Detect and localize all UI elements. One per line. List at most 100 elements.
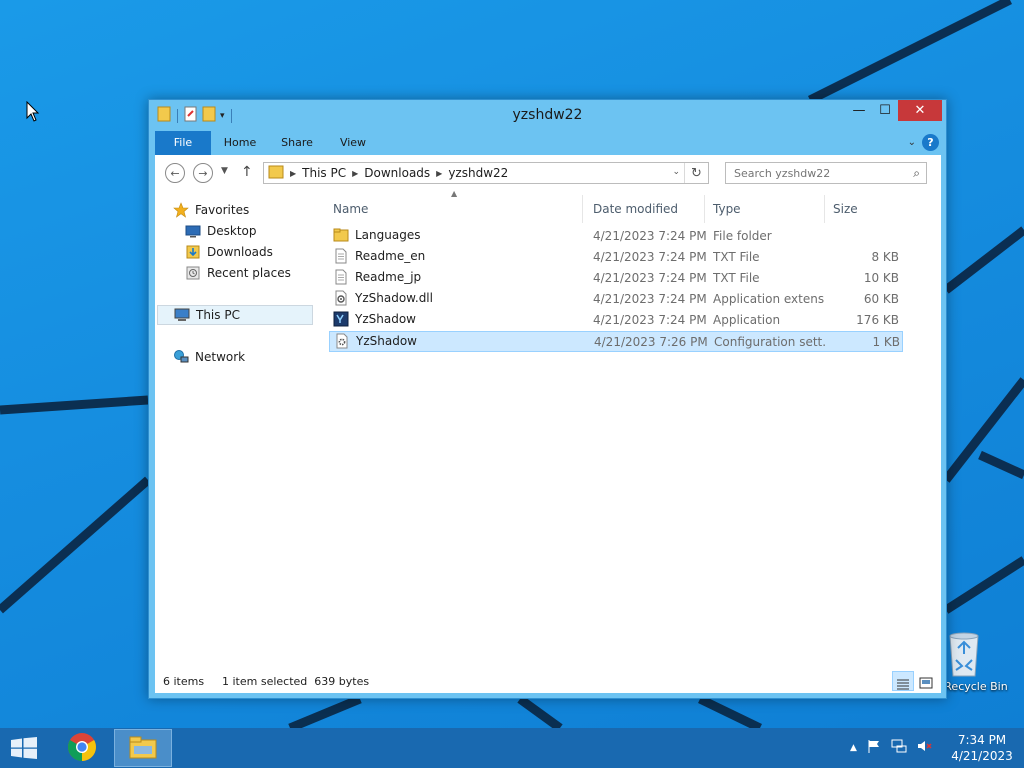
minimize-button[interactable]: — xyxy=(846,100,872,121)
nav-item-label: Downloads xyxy=(207,245,273,259)
file-type: File folder xyxy=(713,229,772,243)
title-bar[interactable]: ▾ yzshdw22 — ☐ ✕ xyxy=(149,100,946,130)
breadcrumb-separator-icon[interactable]: ▶ xyxy=(290,169,296,178)
back-arrow-icon: ← xyxy=(170,166,180,180)
windows-logo-icon xyxy=(10,737,38,762)
refresh-icon: ↻ xyxy=(691,165,702,181)
breadcrumb-this-pc[interactable]: This PC xyxy=(302,166,346,180)
nav-item-desktop[interactable]: Desktop xyxy=(185,221,257,241)
large-icons-view-icon xyxy=(919,677,933,692)
maximize-button[interactable]: ☐ xyxy=(872,100,898,121)
file-type: Configuration sett... xyxy=(714,335,826,349)
recycle-bin-shortcut[interactable]: Recycle Bin xyxy=(944,630,1008,693)
close-button[interactable]: ✕ xyxy=(898,100,942,121)
taskbar-file-explorer-button[interactable] xyxy=(114,729,172,767)
explorer-content: ← → ▼ ↑ ▶ This PC ▶ Downloads ▶ yzshdw22… xyxy=(155,155,941,693)
file-size: 176 KB xyxy=(856,313,899,327)
details-view-button[interactable] xyxy=(892,671,914,691)
ribbon-tabs: File Home Share View ⌄ ? xyxy=(155,131,941,155)
action-center-flag-icon[interactable] xyxy=(866,738,882,757)
breadcrumb-downloads[interactable]: Downloads xyxy=(364,166,430,180)
file-name-cell: YzShadow xyxy=(333,311,583,327)
nav-item-downloads[interactable]: Downloads xyxy=(185,242,273,262)
nav-item-label: This PC xyxy=(196,308,240,322)
explorer-window: ▾ yzshdw22 — ☐ ✕ File Home Share View ⌄ … xyxy=(148,99,947,699)
back-button[interactable]: ← xyxy=(165,163,185,183)
address-history-dropdown-icon[interactable]: ⌄ xyxy=(672,167,680,177)
file-name-cell: YzShadow xyxy=(334,333,584,349)
help-icon[interactable]: ? xyxy=(922,134,939,151)
forward-button[interactable]: → xyxy=(193,163,213,183)
nav-item-this-pc[interactable]: This PC xyxy=(157,305,313,325)
column-header-type[interactable]: Type xyxy=(707,195,825,223)
star-icon xyxy=(173,202,189,218)
taskbar-chrome-button[interactable] xyxy=(64,730,100,766)
file-row[interactable]: YzShadow 4/21/2023 7:26 PM Configuration s… xyxy=(329,331,903,352)
column-header-size[interactable]: Size xyxy=(827,195,905,223)
file-date-modified: 4/21/2023 7:24 PM xyxy=(593,313,707,327)
folder-icon xyxy=(333,227,349,243)
file-size: 1 KB xyxy=(872,335,900,349)
file-row[interactable]: Readme_en 4/21/2023 7:24 PM TXT File 8 KB xyxy=(329,247,903,268)
volume-muted-icon[interactable] xyxy=(916,738,932,757)
file-date-modified: 4/21/2023 7:24 PM xyxy=(593,229,707,243)
file-name: Languages xyxy=(355,228,421,242)
text-file-icon xyxy=(333,248,349,264)
taskbar-clock[interactable]: 7:34 PM 4/21/2023 xyxy=(950,732,1014,764)
search-input[interactable] xyxy=(734,166,904,180)
show-hidden-icons-chevron-icon[interactable]: ▲ xyxy=(850,743,857,753)
tab-home[interactable]: Home xyxy=(217,131,263,155)
nav-item-recent-places[interactable]: Recent places xyxy=(185,263,291,283)
breadcrumb-separator-icon[interactable]: ▶ xyxy=(436,169,442,178)
recycle-bin-label: Recycle Bin xyxy=(944,680,1008,693)
downloads-folder-icon xyxy=(185,244,201,260)
search-icon[interactable]: ⌕ xyxy=(913,166,920,181)
taskbar: ▲ 7:34 PM 4/21/2023 xyxy=(0,728,1024,768)
address-bar[interactable]: ▶ This PC ▶ Downloads ▶ yzshdw22 ⌄ ↻ xyxy=(263,162,709,184)
file-name-cell: Readme_en xyxy=(333,248,583,264)
network-icon xyxy=(173,349,189,365)
recycle-bin-icon xyxy=(949,630,996,678)
navigation-bar: ← → ▼ ↑ ▶ This PC ▶ Downloads ▶ yzshdw22… xyxy=(155,155,941,191)
search-box[interactable]: ⌕ xyxy=(725,162,927,184)
expand-ribbon-chevron-icon[interactable]: ⌄ xyxy=(908,137,916,148)
start-button[interactable] xyxy=(10,737,38,759)
file-type: TXT File xyxy=(713,271,760,285)
file-row[interactable]: Languages 4/21/2023 7:24 PM File folder xyxy=(329,226,903,247)
nav-favorites[interactable]: Favorites xyxy=(173,200,249,220)
file-name-cell: Languages xyxy=(333,227,583,243)
recent-locations-dropdown-icon[interactable]: ▼ xyxy=(221,166,228,176)
file-date-modified: 4/21/2023 7:24 PM xyxy=(593,292,707,306)
item-count: 6 items xyxy=(163,675,205,688)
selection-info: 1 item selected 639 bytes xyxy=(222,675,370,688)
file-explorer-icon xyxy=(128,734,158,763)
column-header-date-modified[interactable]: Date modified xyxy=(587,195,705,223)
breadcrumb-yzshdw22[interactable]: yzshdw22 xyxy=(448,166,508,180)
file-date-modified: 4/21/2023 7:24 PM xyxy=(593,271,707,285)
chrome-icon xyxy=(67,732,97,765)
tab-view[interactable]: View xyxy=(331,131,375,155)
file-name: YzShadow xyxy=(356,334,417,348)
large-icons-view-button[interactable] xyxy=(915,671,937,691)
refresh-button[interactable]: ↻ xyxy=(684,163,708,183)
file-row[interactable]: YzShadow 4/21/2023 7:24 PM Application 176 … xyxy=(329,310,903,331)
ribbon-right-controls: ⌄ ? xyxy=(908,134,939,151)
nav-favorites-label: Favorites xyxy=(195,203,250,217)
column-header-name[interactable]: Name xyxy=(327,195,583,223)
breadcrumb-separator-icon[interactable]: ▶ xyxy=(352,169,358,178)
file-size: 10 KB xyxy=(863,271,899,285)
tab-share[interactable]: Share xyxy=(273,131,321,155)
system-tray: ▲ xyxy=(850,738,932,757)
file-row[interactable]: Readme_jp 4/21/2023 7:24 PM TXT File 10 KB xyxy=(329,268,903,289)
file-row[interactable]: YzShadow.dll 4/21/2023 7:24 PM Application… xyxy=(329,289,903,310)
file-date-modified: 4/21/2023 7:26 PM xyxy=(594,335,708,349)
dll-file-icon xyxy=(333,290,349,306)
file-date-modified: 4/21/2023 7:24 PM xyxy=(593,250,707,264)
network-status-icon[interactable] xyxy=(891,738,907,757)
status-bar: 6 items 1 item selected 639 bytes xyxy=(155,669,941,693)
file-name-cell: Readme_jp xyxy=(333,269,583,285)
folder-icon xyxy=(268,164,284,183)
tab-file[interactable]: File xyxy=(155,131,211,155)
up-button[interactable]: ↑ xyxy=(241,164,253,180)
nav-item-network[interactable]: Network xyxy=(173,347,245,367)
